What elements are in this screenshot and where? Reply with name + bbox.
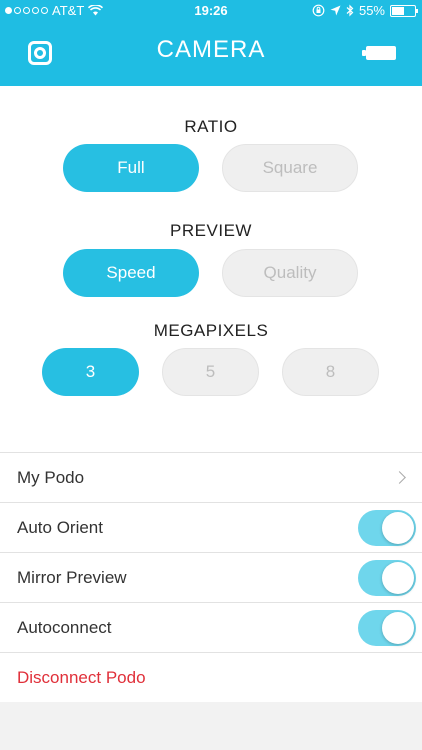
ratio-full-button[interactable]: Full <box>63 144 199 192</box>
page-title: CAMERA <box>156 36 266 63</box>
mirror-preview-label: Mirror Preview <box>17 567 127 587</box>
battery-icon[interactable] <box>362 46 396 60</box>
preview-quality-button[interactable]: Quality <box>222 249 358 297</box>
list-item-auto-orient: Auto Orient <box>0 503 422 553</box>
megapixels-3-button[interactable]: 3 <box>42 348 139 396</box>
list-item-mirror-preview: Mirror Preview <box>0 553 422 603</box>
preview-speed-button[interactable]: Speed <box>63 249 199 297</box>
my-podo-label: My Podo <box>17 467 85 487</box>
status-battery-icon <box>390 4 418 17</box>
battery-percent: 55% <box>358 3 385 18</box>
list-item-my-podo[interactable]: My Podo <box>0 453 422 503</box>
status-right-group: 55% <box>312 3 418 18</box>
status-bar: AT&T 19:26 55% <box>0 0 422 22</box>
disconnect-podo-button[interactable]: Disconnect Podo <box>0 653 422 703</box>
settings-list: My Podo Auto Orient Mirror Preview Autoc… <box>0 452 422 703</box>
auto-orient-label: Auto Orient <box>17 517 103 537</box>
app-header: AT&T 19:26 55% CAMERA <box>0 0 422 86</box>
preview-label: PREVIEW <box>170 221 252 240</box>
list-item-autoconnect: Autoconnect <box>0 603 422 653</box>
auto-orient-toggle[interactable] <box>358 510 416 546</box>
bluetooth-icon <box>346 4 354 17</box>
megapixels-8-button[interactable]: 8 <box>282 348 379 396</box>
chevron-right-icon <box>393 471 406 484</box>
ratio-label: RATIO <box>184 117 238 136</box>
orientation-lock-icon <box>312 4 325 17</box>
mirror-preview-toggle[interactable] <box>358 560 416 596</box>
footer-area <box>0 702 422 750</box>
megapixels-label: MEGAPIXELS <box>153 321 269 340</box>
ratio-square-button[interactable]: Square <box>222 144 358 192</box>
megapixels-5-button[interactable]: 5 <box>162 348 259 396</box>
location-icon <box>330 5 341 16</box>
autoconnect-label: Autoconnect <box>17 617 112 637</box>
camera-settings-panel: RATIO Full Square PREVIEW Speed Quality … <box>0 86 422 452</box>
autoconnect-toggle[interactable] <box>358 610 416 646</box>
